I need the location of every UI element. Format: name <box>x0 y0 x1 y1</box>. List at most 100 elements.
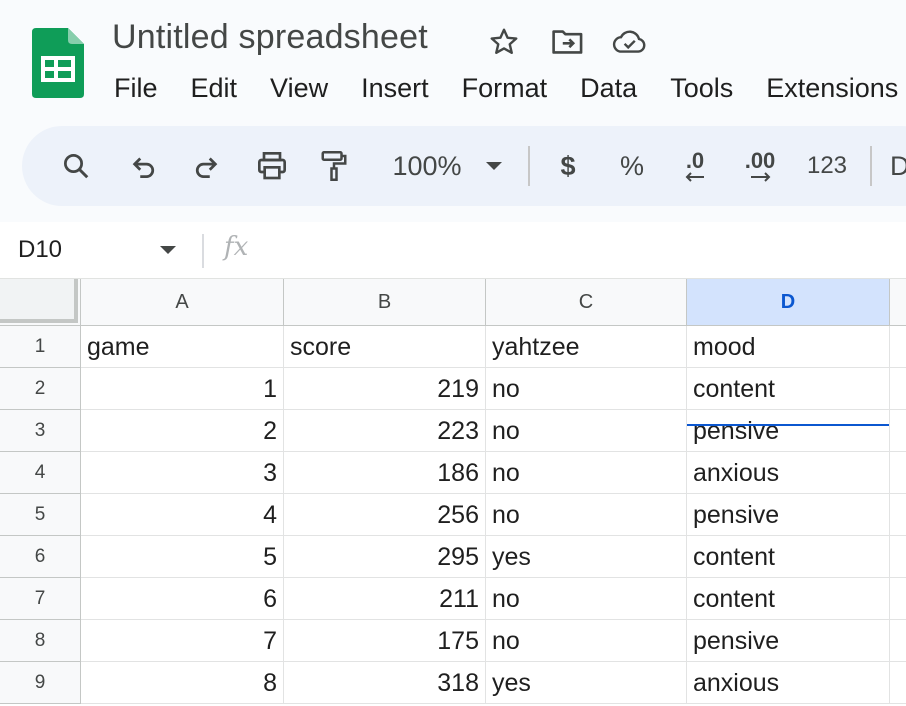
row-header[interactable]: 8 <box>0 620 81 662</box>
cell-c1[interactable]: yahtzee <box>486 326 687 368</box>
cell-e1[interactable] <box>890 326 906 368</box>
cell-c3[interactable]: no <box>486 410 687 452</box>
row-header[interactable]: 5 <box>0 494 81 536</box>
arrow-left-icon <box>685 172 704 182</box>
toolbar-separator <box>528 146 530 186</box>
cell-a3[interactable]: 2 <box>81 410 284 452</box>
sheets-logo-icon[interactable] <box>32 28 84 98</box>
menu-view[interactable]: View <box>270 70 328 106</box>
number-format-button[interactable]: 123 <box>802 126 852 206</box>
cell-d8[interactable]: pensive <box>687 620 890 662</box>
select-all-corner[interactable] <box>0 279 81 326</box>
cell-b4[interactable]: 186 <box>284 452 486 494</box>
row-header[interactable]: 7 <box>0 578 81 620</box>
undo-icon[interactable] <box>124 126 164 206</box>
name-box[interactable]: D10 <box>18 232 62 268</box>
arrow-right-icon <box>751 172 771 182</box>
cell-a6[interactable]: 5 <box>81 536 284 578</box>
cell-c8[interactable]: no <box>486 620 687 662</box>
cell-a5[interactable]: 4 <box>81 494 284 536</box>
menu-file[interactable]: File <box>114 70 158 106</box>
search-icon[interactable] <box>56 126 96 206</box>
cell-d7[interactable]: content <box>687 578 890 620</box>
cell-d2[interactable]: content <box>687 368 890 410</box>
cell-c6[interactable]: yes <box>486 536 687 578</box>
cell-d3[interactable]: pensive <box>687 410 890 452</box>
menu-extensions[interactable]: Extensions <box>766 70 898 106</box>
cell-e7[interactable] <box>890 578 906 620</box>
row-header[interactable]: 2 <box>0 368 81 410</box>
cell-c5[interactable]: no <box>486 494 687 536</box>
sheet-grid: A B C D 1 game score yahtzee mood 2 1 219 no cont… <box>0 279 906 706</box>
redo-icon[interactable] <box>186 126 226 206</box>
cell-a4[interactable]: 3 <box>81 452 284 494</box>
cell-e5[interactable] <box>890 494 906 536</box>
cell-b5[interactable]: 256 <box>284 494 486 536</box>
increase-decimal-button[interactable]: .00 <box>734 126 786 206</box>
cell-a1[interactable]: game <box>81 326 284 368</box>
cell-b6[interactable]: 295 <box>284 536 486 578</box>
cell-e3[interactable] <box>890 410 906 452</box>
decrease-decimal-button[interactable]: .0 <box>672 126 718 206</box>
cell-d9[interactable]: anxious <box>687 662 890 704</box>
cell-e6[interactable] <box>890 536 906 578</box>
percent-format-button[interactable]: % <box>614 126 650 206</box>
column-header-e[interactable] <box>890 279 906 326</box>
row-header[interactable]: 3 <box>0 410 81 452</box>
column-header-c[interactable]: C <box>486 279 687 326</box>
row-header[interactable]: 1 <box>0 326 81 368</box>
cell-a2[interactable]: 1 <box>81 368 284 410</box>
freeze-handle[interactable] <box>0 279 78 323</box>
star-icon[interactable] <box>486 24 522 60</box>
name-box-dropdown-icon[interactable] <box>160 246 176 254</box>
print-icon[interactable] <box>250 126 294 206</box>
font-select[interactable]: D <box>890 126 906 206</box>
document-title[interactable]: Untitled spreadsheet <box>112 18 428 57</box>
cell-d1[interactable]: mood <box>687 326 890 368</box>
active-cell-indicator <box>687 424 889 426</box>
zoom-dropdown-icon[interactable] <box>480 126 508 206</box>
cell-d5[interactable]: pensive <box>687 494 890 536</box>
cell-b3[interactable]: 223 <box>284 410 486 452</box>
row-header[interactable]: 6 <box>0 536 81 578</box>
decrease-decimal-label: .0 <box>685 148 705 173</box>
toolbar-separator <box>870 146 872 186</box>
cell-d4[interactable]: anxious <box>687 452 890 494</box>
cell-e8[interactable] <box>890 620 906 662</box>
cloud-saved-icon[interactable] <box>612 24 648 60</box>
cell-b8[interactable]: 175 <box>284 620 486 662</box>
paint-format-icon[interactable] <box>314 126 354 206</box>
cell-a8[interactable]: 7 <box>81 620 284 662</box>
cell-c9[interactable]: yes <box>486 662 687 704</box>
cell-e2[interactable] <box>890 368 906 410</box>
row-header[interactable]: 4 <box>0 452 81 494</box>
cell-c7[interactable]: no <box>486 578 687 620</box>
menu-tools[interactable]: Tools <box>670 70 733 106</box>
cell-b7[interactable]: 211 <box>284 578 486 620</box>
increase-decimal-label: .00 <box>744 148 776 173</box>
cell-a7[interactable]: 6 <box>81 578 284 620</box>
cell-e9[interactable] <box>890 662 906 704</box>
menu-edit[interactable]: Edit <box>191 70 238 106</box>
cell-c2[interactable]: no <box>486 368 687 410</box>
cell-b2[interactable]: 219 <box>284 368 486 410</box>
cell-c4[interactable]: no <box>486 452 687 494</box>
cell-d6[interactable]: content <box>687 536 890 578</box>
cell-e4[interactable] <box>890 452 906 494</box>
menu-data[interactable]: Data <box>580 70 637 106</box>
formula-input[interactable] <box>270 230 894 272</box>
column-header-b[interactable]: B <box>284 279 486 326</box>
zoom-select[interactable]: 100% <box>382 126 472 206</box>
menu-format[interactable]: Format <box>462 70 548 106</box>
move-folder-icon[interactable] <box>550 24 586 60</box>
menu-insert[interactable]: Insert <box>361 70 429 106</box>
cell-b9[interactable]: 318 <box>284 662 486 704</box>
column-header-a[interactable]: A <box>81 279 284 326</box>
menu-bar: File Edit View Insert Format Data Tools … <box>114 70 906 106</box>
cell-b1[interactable]: score <box>284 326 486 368</box>
currency-format-button[interactable]: $ <box>550 126 586 206</box>
row-header[interactable]: 9 <box>0 662 81 704</box>
toolbar: 100% $ % .0 .00 123 D <box>22 126 906 206</box>
column-header-d[interactable]: D <box>687 279 890 326</box>
cell-a9[interactable]: 8 <box>81 662 284 704</box>
